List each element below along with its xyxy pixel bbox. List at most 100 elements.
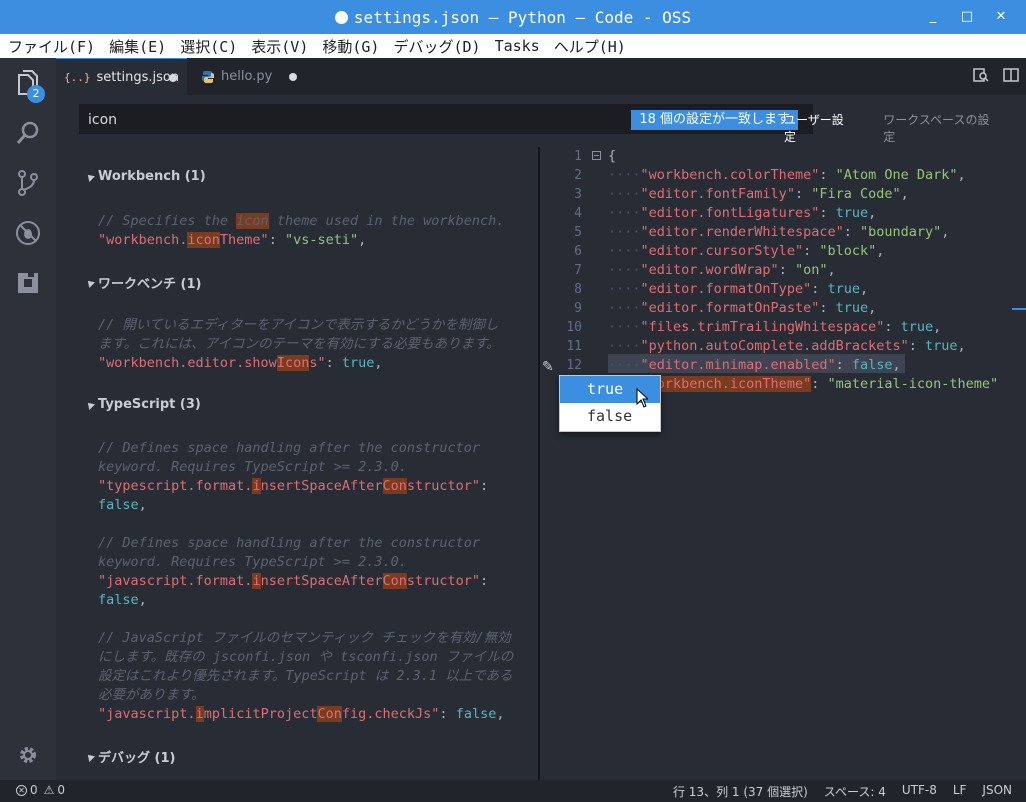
split-editor-button[interactable] (996, 67, 1026, 87)
menu-bar: ファイル(F) 編集(E) 選択(C) 表示(V) 移動(G) デバッグ(D) … (0, 34, 1026, 58)
setting-description: 必要があります。 (98, 687, 205, 703)
setting-description: // Defines space handling after the cons… (98, 535, 481, 551)
setting-line: "typescript.format.insertSpaceAfterConst… (98, 478, 489, 494)
section-header-workbench[interactable]: Workbench (1) (85, 169, 206, 184)
tab-workspace-settings[interactable]: ワークスペースの設定 (883, 111, 994, 150)
tab-settings-json[interactable]: {..} settings.json (56, 58, 187, 95)
search-icon (16, 121, 39, 144)
setting-description: keyword. Requires TypeScript >= 2.3.0. (98, 554, 407, 570)
window-controls: _ □ ✕ (916, 8, 1018, 26)
setting-line: "workbench.editor.showIcons": true, (98, 355, 383, 371)
line-number: 5 (574, 225, 582, 240)
user-settings-editor[interactable]: 1 2 3 4 5 6 7 8 9 10 11 12 13 ✎ { ····"w… (540, 147, 1026, 780)
code-line: ····"workbench.iconTheme": "material-ico… (608, 376, 999, 392)
unsaved-dot-icon[interactable] (289, 73, 297, 81)
collapse-triangle-icon (85, 277, 95, 288)
editor-tab-bar: {..} settings.json hello.py (56, 58, 1026, 95)
code-line: { (608, 148, 617, 164)
encoding[interactable]: UTF-8 (902, 783, 937, 800)
menu-view[interactable]: 表示(V) (251, 36, 308, 57)
tab-label: hello.py (221, 69, 273, 84)
indentation[interactable]: スペース: 4 (824, 783, 886, 800)
code-line: ····"python.autoComplete.addBrackets": t… (608, 338, 966, 354)
python-file-icon (202, 70, 214, 83)
status-right-items: 行 13、列 1 (37 個選択) スペース: 4 UTF-8 LF JSON (657, 783, 1012, 800)
activity-bar: 2 (0, 58, 56, 780)
menu-file[interactable]: ファイル(F) (8, 36, 95, 57)
menu-selection[interactable]: 選択(C) (180, 36, 237, 57)
code-line: ····"editor.wordWrap": "on", (608, 262, 836, 278)
open-settings-json-button[interactable] (966, 67, 996, 87)
section-title: ワークベンチ (1) (98, 277, 202, 292)
status-bar: ✕ 0 ⚠ 0 行 13、列 1 (37 個選択) スペース: 4 UTF-8 … (0, 780, 1026, 802)
unsaved-dot-icon[interactable] (169, 74, 177, 82)
menu-help[interactable]: ヘルプ(H) (554, 36, 626, 57)
section-title: TypeScript (3) (98, 397, 201, 412)
window-title-text: settings.json — Python — Code - OSS (353, 7, 692, 27)
scrollbar-marker (1012, 308, 1026, 310)
title-bar: settings.json — Python — Code - OSS _ □ … (0, 0, 1026, 34)
tab-actions (966, 58, 1026, 95)
tab-user-settings[interactable]: ユーザー設定 (784, 111, 852, 150)
default-settings-pane[interactable]: Workbench (1) // Specifies the icon them… (56, 147, 538, 780)
explorer-button[interactable]: 2 (0, 58, 56, 108)
setting-line: "javascript.implicitProjectConfig.checkJ… (98, 706, 505, 722)
explorer-badge: 2 (27, 85, 45, 103)
gear-icon (20, 747, 36, 763)
menu-tasks[interactable]: Tasks (495, 37, 540, 55)
settings-search-row: 18 個の設定が一致します ユーザー設定 ワークスペースの設定 (56, 95, 1026, 150)
close-button[interactable]: ✕ (984, 8, 1018, 26)
problems-indicator[interactable]: ✕ 0 ⚠ 0 (16, 783, 65, 797)
settings-search-input[interactable] (88, 110, 568, 130)
maximize-button[interactable]: □ (950, 8, 984, 26)
section-header-debug[interactable]: デバッグ (1) (85, 747, 175, 766)
line-number: 9 (574, 301, 582, 316)
tab-hello-py[interactable]: hello.py (187, 58, 307, 95)
line-number: 7 (574, 263, 582, 278)
code-line: ····"editor.formatOnPaste": true, (608, 300, 877, 316)
menu-debug[interactable]: デバッグ(D) (393, 36, 480, 57)
go-to-file-icon (973, 67, 989, 82)
search-result-count: 18 個の設定が一致します (631, 110, 798, 130)
source-control-button[interactable] (0, 158, 56, 208)
error-icon: ✕ (16, 784, 27, 796)
error-count: 0 (30, 783, 38, 797)
menu-go[interactable]: 移動(G) (322, 36, 379, 57)
search-view-button[interactable] (0, 108, 56, 158)
code-line: ····"files.trimTrailingWhitespace": true… (608, 319, 942, 335)
code-line: ····"editor.renderWhitespace": "boundary… (608, 224, 950, 240)
setting-description: keyword. Requires TypeScript >= 2.3.0. (98, 459, 407, 475)
minimize-button[interactable]: _ (916, 8, 950, 26)
section-header-workbench-ja[interactable]: ワークベンチ (1) (85, 273, 202, 292)
setting-line: false, (98, 592, 147, 608)
tab-label: settings.json (96, 69, 180, 85)
cursor-position[interactable]: 行 13、列 1 (37 個選択) (673, 783, 808, 800)
settings-scope-tabs: ユーザー設定 ワークスペースの設定 (784, 111, 1026, 150)
section-title: Workbench (1) (98, 169, 206, 184)
manage-button[interactable] (0, 730, 56, 780)
edit-pencil-icon[interactable]: ✎ (542, 359, 554, 375)
git-branch-icon (18, 170, 38, 196)
extensions-button[interactable] (0, 258, 56, 308)
menu-edit[interactable]: 編集(E) (109, 36, 166, 57)
line-number: 8 (574, 282, 582, 297)
line-number: 6 (574, 244, 582, 259)
collapse-triangle-icon (85, 171, 95, 182)
collapse-triangle-icon (85, 751, 95, 762)
warning-count: 0 (57, 783, 66, 797)
section-header-typescript[interactable]: TypeScript (3) (85, 397, 201, 412)
json-file-icon: {..} (64, 70, 91, 84)
extensions-icon (18, 271, 38, 293)
collapse-triangle-icon (85, 399, 95, 410)
line-number: 2 (574, 168, 582, 183)
setting-description: ます。これには、アイコンのテーマを有効にする必要もあります。 (98, 336, 500, 352)
line-number: 4 (574, 206, 582, 221)
code-line: ····"editor.fontFamily": "Fira Code", (608, 186, 909, 202)
setting-description: // Defines space handling after the cons… (98, 440, 481, 456)
end-of-line[interactable]: LF (953, 783, 967, 800)
setting-description: // 開いているエディターをアイコンで表示するかどうかを制御し (98, 317, 499, 333)
language-mode[interactable]: JSON (982, 783, 1012, 800)
split-editor-icon (1003, 67, 1019, 82)
debug-view-button[interactable] (0, 208, 56, 258)
fold-toggle[interactable] (592, 151, 601, 160)
